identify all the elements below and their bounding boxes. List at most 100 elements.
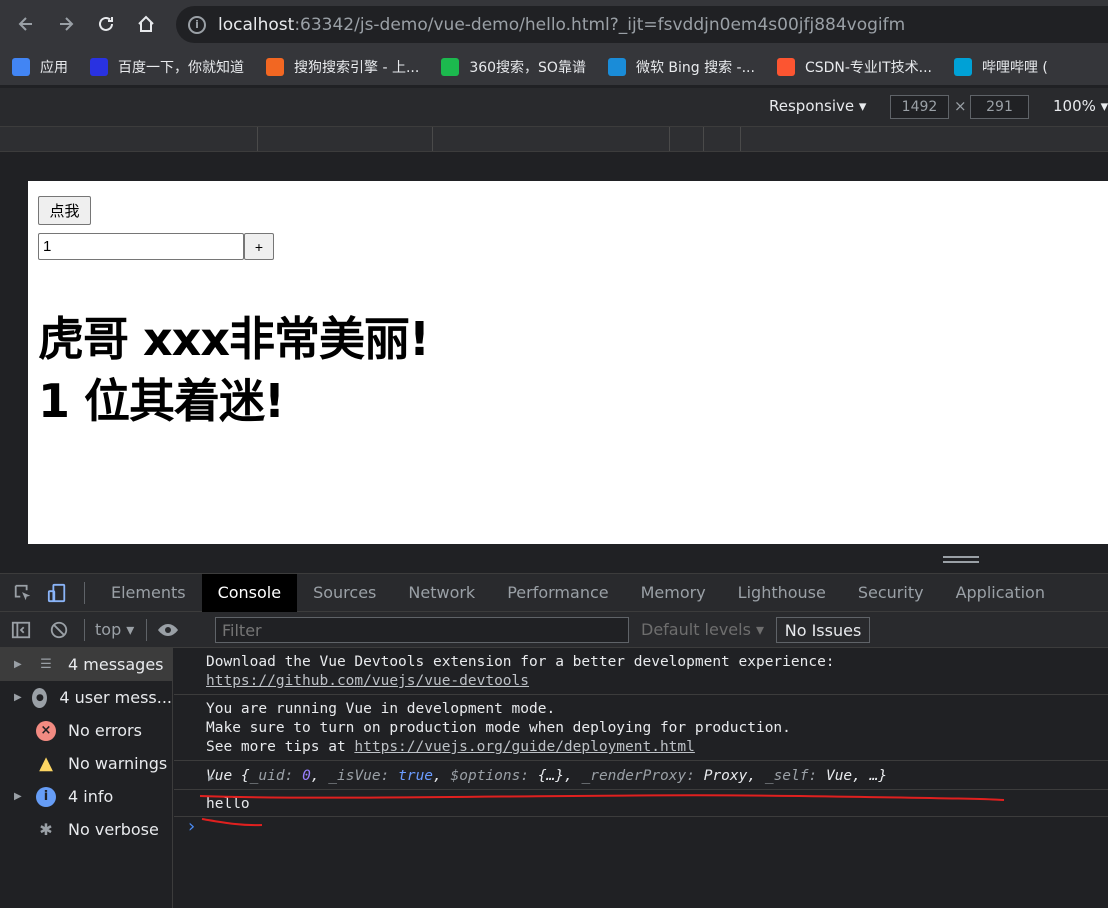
console-toolbar: top ▾ Default levels ▾ No Issues [0, 612, 1108, 648]
tab-memory[interactable]: Memory [625, 574, 722, 612]
tab-security[interactable]: Security [842, 574, 940, 612]
device-toggle-icon[interactable] [46, 582, 68, 604]
sidebar-toggle-icon[interactable] [10, 619, 32, 641]
bookmark-item[interactable]: CSDN-专业IT技术... [776, 57, 932, 77]
vue-object-entry[interactable]: ▶ Vue {_uid: 0, _isVue: true, $options: {… [174, 761, 1108, 790]
message-text: See more tips at [206, 739, 355, 755]
toolbar-divider [146, 618, 148, 641]
sidebar-item[interactable]: ▶ i 4 info [0, 780, 172, 813]
devtools-tabs: Elements Console Sources Network Performance… [95, 573, 1061, 612]
device-height-input[interactable]: 291 [970, 95, 1029, 119]
console-prompt-icon[interactable]: › [186, 816, 197, 837]
user-icon: ● [32, 687, 48, 708]
tab-performance[interactable]: Performance [491, 574, 624, 612]
toolbar-divider [84, 581, 85, 604]
media-query-bar[interactable] [0, 126, 1108, 152]
url-bar[interactable]: i localhost:63342/js-demo/vue-demo/hello… [176, 6, 1108, 43]
vue-devtools-link[interactable]: https://github.com/vuejs/vue-devtools [206, 673, 529, 689]
baidu-icon [90, 57, 108, 76]
click-me-button[interactable]: 点我 [38, 196, 91, 225]
sidebar-item[interactable]: ▶ ● 4 user mess... [0, 681, 172, 714]
reload-icon[interactable] [86, 4, 126, 44]
log-message: You are running Vue in development mode.… [174, 695, 1108, 761]
url-host: localhost [218, 14, 295, 35]
heading-line-1: 虎哥 xxx非常美丽! [38, 312, 430, 366]
sidebar-item[interactable]: × No errors [0, 714, 172, 747]
bilibili-icon [953, 57, 972, 76]
back-icon[interactable] [6, 4, 46, 44]
devtools-tab-bar: Elements Console Sources Network Performance… [0, 573, 1108, 612]
list-icon: ☰ [40, 657, 52, 672]
bookmark-label: 搜狗搜索引擎 - 上... [294, 59, 420, 76]
tab-elements[interactable]: Elements [95, 574, 202, 612]
bookmark-label: 哔哩哔哩 ( [981, 59, 1048, 76]
bookmark-label: 微软 Bing 搜索 -... [635, 59, 755, 76]
log-message: hello [174, 790, 1108, 817]
address-bar-row: i localhost:63342/js-demo/vue-demo/hello… [0, 0, 1108, 48]
toolbar-divider [84, 618, 85, 641]
bookmark-item[interactable]: 应用 [12, 57, 68, 77]
url-path: :63342/js-demo/vue-demo/hello.html?_ijt=… [294, 14, 906, 35]
tab-lighthouse[interactable]: Lighthouse [722, 574, 842, 612]
console-log: Download the Vue Devtools extension for … [174, 648, 1108, 908]
bookmark-label: 应用 [40, 59, 68, 76]
increment-button[interactable]: + [244, 233, 274, 260]
bookmark-item[interactable]: 哔哩哔哩 ( [953, 57, 1048, 77]
filter-input[interactable] [215, 617, 629, 643]
tab-sources[interactable]: Sources [297, 574, 392, 612]
responsive-dropdown[interactable]: Responsive ▾ [769, 97, 866, 115]
number-input[interactable] [38, 233, 244, 260]
message-text: You are running Vue in development mode. [206, 701, 556, 717]
console-sidebar: ▶ ☰ 4 messages ▶ ● 4 user mess... × No errors ▲ N… [0, 648, 173, 908]
resize-handle[interactable] [943, 556, 979, 563]
so360-icon [441, 57, 460, 76]
bookmark-item[interactable]: 百度一下，你就知道 [90, 57, 244, 77]
device-width-input[interactable]: 1492 [890, 95, 949, 119]
apps-grid-icon [12, 57, 30, 76]
bug-icon: ✱ [39, 820, 53, 839]
expand-triangle-icon[interactable]: ▶ [208, 769, 214, 788]
expand-triangle-icon[interactable]: ▶ [14, 791, 28, 802]
zoom-dropdown[interactable]: 100% ▾ [1053, 97, 1108, 115]
tab-application[interactable]: Application [940, 574, 1061, 612]
expand-triangle-icon[interactable]: ▶ [14, 692, 24, 703]
home-icon[interactable] [126, 4, 166, 44]
site-info-icon[interactable]: i [188, 15, 206, 34]
sidebar-item[interactable]: ✱ No verbose [0, 813, 172, 846]
log-levels-dropdown[interactable]: Default levels ▾ [641, 620, 764, 639]
sidebar-item[interactable]: ▲ No warnings [0, 747, 172, 780]
heading-line-2: 1 位其着迷! [38, 374, 285, 428]
bookmark-label: 百度一下，你就知道 [118, 59, 244, 76]
bookmark-label: CSDN-专业IT技术... [804, 59, 932, 76]
forward-icon[interactable] [46, 4, 86, 44]
dimension-separator: × [954, 97, 967, 115]
sidebar-item-label: No warnings [68, 754, 168, 773]
log-message: Download the Vue Devtools extension for … [174, 648, 1108, 695]
bookmark-item[interactable]: 搜狗搜索引擎 - 上... [266, 57, 419, 77]
message-text: Make sure to turn on production mode whe… [206, 720, 791, 736]
error-icon: × [36, 720, 56, 741]
sidebar-item-label: No errors [68, 721, 142, 740]
sidebar-item[interactable]: ▶ ☰ 4 messages [0, 648, 172, 681]
tab-console[interactable]: Console [201, 573, 298, 612]
context-selector[interactable]: top ▾ [95, 620, 134, 639]
tab-network[interactable]: Network [392, 574, 491, 612]
sidebar-item-label: No verbose [68, 820, 159, 839]
warning-icon: ▲ [39, 753, 53, 774]
info-icon: i [36, 786, 56, 807]
sogou-icon [266, 57, 284, 76]
sidebar-item-label: 4 user mess... [59, 688, 172, 707]
bookmark-item[interactable]: 360搜索，SO靠谱 [441, 57, 586, 77]
device-toolbar: Responsive ▾ 1492 × 291 100% ▾ [0, 88, 1108, 126]
bookmark-item[interactable]: 微软 Bing 搜索 -... [607, 57, 755, 77]
message-text: Download the Vue Devtools extension for … [206, 654, 835, 670]
eye-icon[interactable] [157, 619, 179, 641]
expand-triangle-icon[interactable]: ▶ [14, 659, 28, 670]
clear-console-icon[interactable] [48, 619, 70, 641]
inspect-element-icon[interactable] [12, 582, 34, 604]
issues-button[interactable]: No Issues [776, 617, 870, 643]
sidebar-item-label: 4 info [68, 787, 114, 806]
bookmarks-bar: 应用 百度一下，你就知道 搜狗搜索引擎 - 上... 360搜索，SO靠谱 微软 Bin… [0, 48, 1108, 86]
bing-icon [607, 57, 626, 76]
deployment-link[interactable]: https://vuejs.org/guide/deployment.html [354, 739, 694, 755]
